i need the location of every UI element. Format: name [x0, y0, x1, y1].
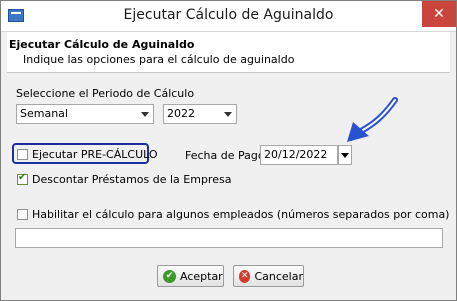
check-circle-icon: ✔	[163, 269, 176, 283]
period-label: Seleccione el Periodo de Cálculo	[16, 87, 195, 100]
dialog-window: Ejecutar Cálculo de Aguinaldo ✕ Ejecutar…	[0, 0, 457, 301]
period-year-select[interactable]: 2022	[163, 104, 237, 124]
cancel-button[interactable]: ✕ Cancelar	[233, 265, 304, 287]
close-icon: ✕	[433, 6, 445, 22]
period-frequency-value: Semanal	[20, 107, 68, 120]
dialog-header: Ejecutar Cálculo de Aguinaldo Indique la…	[7, 32, 450, 73]
header-subtitle: Indique las opciones para el cálculo de …	[23, 53, 295, 66]
precalculo-label: Ejecutar PRE-CÁLCULO	[32, 148, 158, 161]
habilitar-checkbox[interactable]	[17, 209, 28, 220]
chevron-down-icon	[341, 153, 349, 158]
chevron-down-icon	[141, 112, 149, 117]
fecha-pago-label: Fecha de Pago	[185, 149, 265, 162]
header-title: Ejecutar Cálculo de Aguinaldo	[9, 38, 195, 51]
x-circle-icon: ✕	[239, 269, 251, 283]
precalculo-checkbox[interactable]	[17, 149, 28, 160]
accept-label: Aceptar	[180, 269, 223, 283]
fecha-pago-value: 20/12/2022	[264, 148, 328, 161]
empleados-input[interactable]	[15, 228, 443, 248]
chevron-down-icon	[224, 112, 232, 117]
title-bar: Ejecutar Cálculo de Aguinaldo ✕	[1, 1, 456, 32]
window-title: Ejecutar Cálculo de Aguinaldo	[123, 7, 334, 23]
habilitar-label: Habilitar el cálculo para algunos emplea…	[32, 208, 450, 221]
period-frequency-select[interactable]: Semanal	[16, 104, 154, 124]
pointer-arrow-icon	[347, 97, 398, 142]
close-button[interactable]: ✕	[422, 1, 456, 27]
fecha-pago-input[interactable]: 20/12/2022	[260, 145, 338, 165]
cancel-label: Cancelar	[254, 269, 303, 283]
accept-button[interactable]: ✔ Aceptar	[157, 265, 224, 287]
fecha-pago-dropdown-button[interactable]	[338, 145, 352, 165]
period-year-value: 2022	[167, 107, 195, 120]
descontar-label: Descontar Préstamos de la Empresa	[32, 173, 232, 186]
descontar-checkbox[interactable]	[17, 172, 28, 185]
